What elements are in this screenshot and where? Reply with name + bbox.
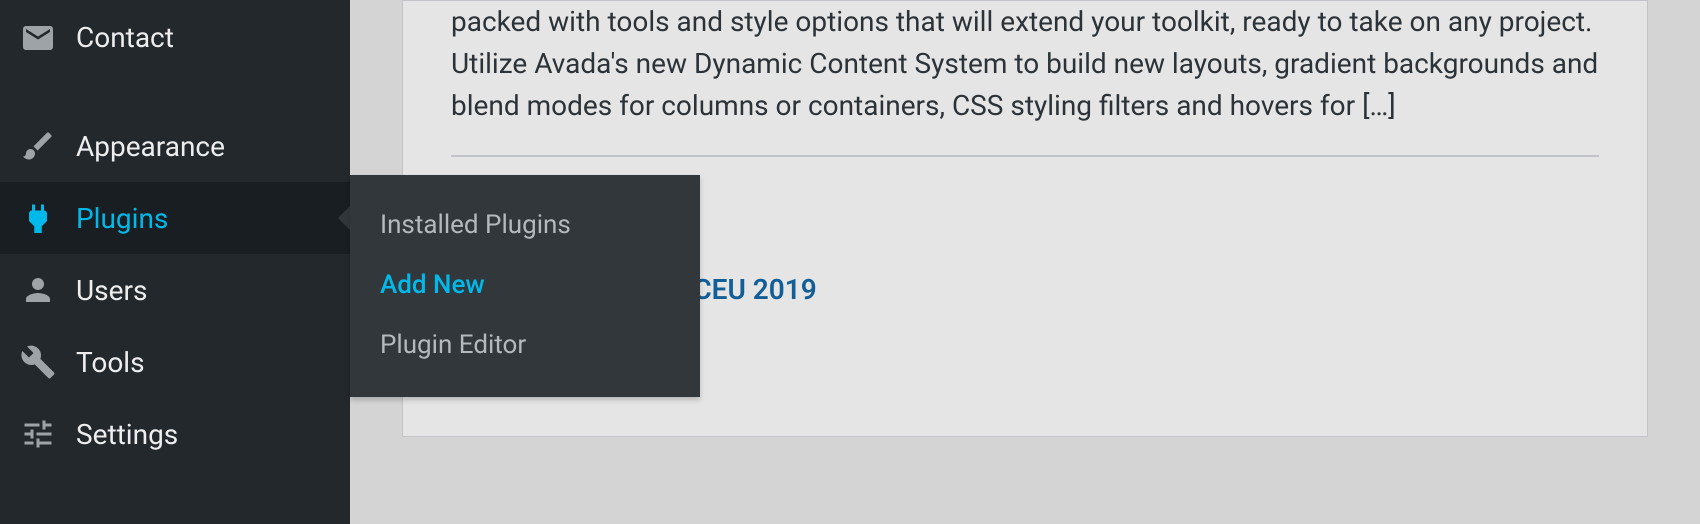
sidebar-item-settings[interactable]: Settings	[0, 398, 350, 470]
submenu-installed-plugins[interactable]: Installed Plugins	[350, 195, 700, 255]
sidebar-label: Users	[76, 274, 147, 307]
sidebar-label: Plugins	[76, 202, 168, 235]
plugins-submenu: Installed Plugins Add New Plugin Editor	[350, 175, 700, 397]
submenu-plugin-editor[interactable]: Plugin Editor	[350, 315, 700, 375]
submenu-add-new[interactable]: Add New	[350, 255, 700, 315]
sidebar-item-tools[interactable]: Tools	[0, 326, 350, 398]
plugins-icon	[18, 198, 58, 238]
sidebar-item-users[interactable]: Users	[0, 254, 350, 326]
sidebar-label: Settings	[76, 418, 178, 451]
sidebar-item-plugins[interactable]: Plugins	[0, 182, 350, 254]
sidebar-item-contact[interactable]: Contact	[0, 0, 350, 75]
sidebar-label: Appearance	[76, 130, 225, 163]
contact-icon	[18, 18, 58, 58]
sidebar-item-appearance[interactable]: Appearance	[0, 110, 350, 182]
settings-icon	[18, 414, 58, 454]
tools-icon	[18, 342, 58, 382]
admin-sidebar: Contact Appearance Plugins Users Tools S…	[0, 0, 350, 524]
divider	[451, 155, 1599, 157]
sidebar-label: Tools	[76, 346, 145, 379]
sidebar-label: Contact	[76, 21, 174, 54]
users-icon	[18, 270, 58, 310]
appearance-icon	[18, 126, 58, 166]
content-paragraph: packed with tools and style options that…	[451, 1, 1599, 155]
sidebar-spacer	[0, 75, 350, 110]
